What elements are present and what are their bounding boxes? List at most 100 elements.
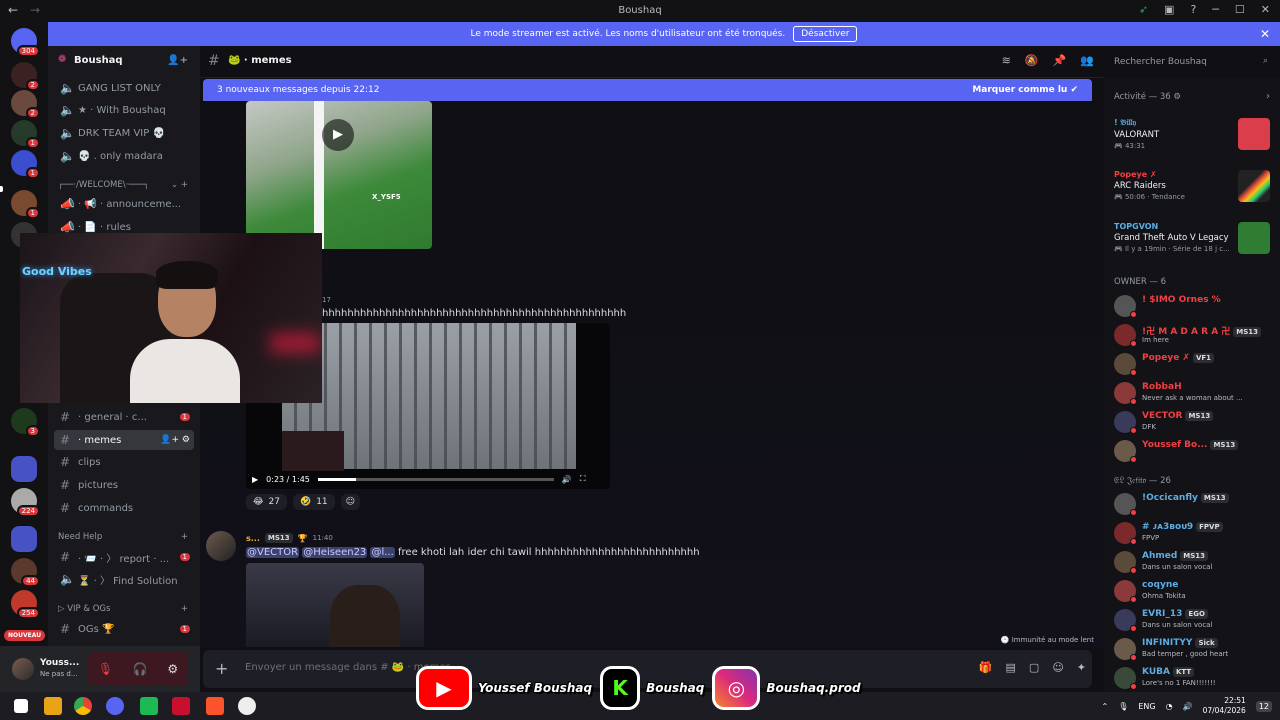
fullscreen-icon[interactable]: ⛶ <box>580 474 586 484</box>
gift-icon[interactable]: 🎁 <box>979 661 993 674</box>
help-icon[interactable]: ? <box>1190 3 1196 16</box>
mention[interactable]: @VECTOR <box>246 547 300 558</box>
wifi-icon[interactable]: ◔ <box>1166 702 1173 711</box>
member-row[interactable]: !卍 M A D A R A 卍 MS13 Im here <box>1112 321 1276 348</box>
obs-icon[interactable] <box>238 697 256 715</box>
pin-icon[interactable]: 📌 <box>1053 54 1067 67</box>
mic-icon[interactable]: 🎙 <box>1118 702 1128 711</box>
channel-ogs[interactable]: # OGs 🏆 1 <box>54 619 194 639</box>
reaction-button[interactable]: 😂 27 <box>246 494 287 510</box>
message-author[interactable]: s... <box>246 534 260 543</box>
member-row[interactable]: VECTOR MS13 DFK <box>1112 408 1276 435</box>
folder-icon[interactable] <box>11 526 37 552</box>
member-row[interactable]: Popeye ✗ VF1 <box>1112 350 1276 377</box>
channel-memes[interactable]: # · memes 👤+ ⚙ <box>54 430 194 450</box>
mark-as-read-button[interactable]: Marquer comme lu ✔ <box>972 85 1078 95</box>
notification-count[interactable]: 12 <box>1255 700 1272 712</box>
chevron-up-icon[interactable]: ⌃ <box>1102 702 1109 711</box>
minimize-icon[interactable]: ─ <box>1212 3 1219 16</box>
file-explorer-icon[interactable] <box>44 697 62 715</box>
folder-icon[interactable] <box>11 456 37 482</box>
channel-find-solution[interactable]: 🔈 ⏳ · 〉 Find Solution <box>54 569 194 589</box>
activity-card[interactable]: ! 𝔅𝔦𝔩𝔩𝔶 VALORANT 🎮 43:31 <box>1114 118 1274 162</box>
apps-icon[interactable]: ✦ <box>1077 661 1086 674</box>
emoji-icon[interactable]: ☺ <box>1052 661 1063 674</box>
close-window-icon[interactable]: ✕ <box>1261 3 1270 16</box>
server-icon[interactable]: 1 <box>11 120 40 149</box>
category-vip[interactable]: ▷ VIP & OGs + <box>58 604 188 614</box>
notifications-icon[interactable]: 🔕 <box>1025 54 1039 67</box>
server-icon[interactable]: 224 <box>11 488 40 517</box>
sticker-icon[interactable]: ▢ <box>1029 661 1039 674</box>
chrome-icon[interactable] <box>74 697 92 715</box>
channel-commands[interactable]: # commands <box>54 498 194 518</box>
channel-announcements[interactable]: 📣 · 📢 · announceme... <box>54 194 194 214</box>
activity-card[interactable]: TOPGVON Grand Theft Auto V Legacy 🎮 Il y… <box>1114 222 1274 266</box>
app-icon[interactable] <box>140 697 158 715</box>
channel-report[interactable]: # · 📨 · 〉 report · ... 1 <box>54 547 194 567</box>
channel-clips[interactable]: # clips <box>54 452 194 472</box>
server-icon[interactable]: 1 <box>11 150 40 179</box>
app-icon[interactable] <box>172 697 190 715</box>
video-attachment[interactable]: ▶ X_YSF5 <box>246 101 432 249</box>
member-row[interactable]: Youssef Bo... MS13 <box>1112 437 1276 464</box>
member-row[interactable]: Ahmed MS13 Dans un salon vocal <box>1112 548 1276 575</box>
image-attachment[interactable] <box>246 563 424 647</box>
mention[interactable]: @l... <box>370 547 395 558</box>
maximize-icon[interactable]: ☐ <box>1235 3 1245 16</box>
new-messages-bar[interactable]: 3 nouveaux messages depuis 22:12 Marquer… <box>203 79 1092 101</box>
member-row[interactable]: # ᴊᴀ3ʙᴏᴜ9 FPVP FPVP <box>1112 519 1276 546</box>
mention[interactable]: @Heiseen23 <box>302 547 368 558</box>
member-row[interactable]: !Occicanfly MS13 <box>1112 490 1276 517</box>
discord-icon[interactable] <box>106 697 124 715</box>
server-icon[interactable]: 2 <box>11 62 40 91</box>
server-icon[interactable]: 44 <box>11 558 40 587</box>
play-icon[interactable]: ▶ <box>322 119 354 151</box>
windows-start-icon[interactable] <box>14 699 28 713</box>
member-row[interactable]: ! $IMO Ornes % <box>1112 292 1276 319</box>
add-channel-icon[interactable]: ⌄ + <box>171 180 188 190</box>
clock[interactable]: 22:51 07/04/2026 <box>1203 696 1246 716</box>
member-row[interactable]: RobbaH Never ask a woman about ... <box>1112 379 1276 406</box>
volume-icon[interactable]: 🔊 <box>562 475 572 484</box>
activity-card[interactable]: Popeye ✗ ARC Raiders 🎮 50:06 · Tendance <box>1114 170 1274 214</box>
server-icon[interactable]: 2 <box>11 90 40 119</box>
headset-muted-icon[interactable]: 🎧 <box>133 662 148 676</box>
channel-general[interactable]: # · general · c... 1 <box>54 407 194 427</box>
settings-icon[interactable]: 👤+ ⚙ <box>160 435 190 445</box>
avatar[interactable] <box>206 531 236 561</box>
add-channel-icon[interactable]: + <box>181 532 188 542</box>
server-name[interactable]: Boushaq <box>74 55 123 66</box>
reaction-button[interactable]: 🤣 11 <box>292 494 335 510</box>
search-input[interactable]: Rechercher Boushaq ⌕ <box>1108 52 1274 72</box>
volume-icon[interactable]: 🔊 <box>1183 702 1193 711</box>
chevron-right-icon[interactable]: › <box>1266 91 1270 102</box>
channel-pictures[interactable]: # pictures <box>54 475 194 495</box>
gif-icon[interactable]: ▤ <box>1006 661 1016 674</box>
server-icon[interactable]: 254 <box>11 590 40 619</box>
inbox-icon[interactable]: ▣ <box>1164 3 1174 16</box>
add-attachment-icon[interactable]: + <box>215 659 228 678</box>
voice-channel[interactable]: 🔈 DRK TEAM VIP 💀 <box>54 123 194 143</box>
voice-channel[interactable]: 🔈 ★ · With Boushaq <box>54 100 194 120</box>
category-need-help[interactable]: Need Help + <box>58 532 188 542</box>
close-icon[interactable]: ✕ <box>1260 27 1270 41</box>
language-indicator[interactable]: ENG <box>1138 702 1155 711</box>
server-icon[interactable]: 1 <box>11 190 40 219</box>
video-progress[interactable] <box>317 477 554 481</box>
gear-icon[interactable]: ⚙ <box>167 662 178 676</box>
members-icon[interactable]: 👥 <box>1080 54 1094 67</box>
threads-icon[interactable]: ≋ <box>1002 54 1011 67</box>
member-row[interactable]: KUBA KTT Lore's no 1 FAN!!!!!!! <box>1112 664 1276 691</box>
member-row[interactable]: EVRI_13 EGO Dans un salon vocal <box>1112 606 1276 633</box>
server-icon[interactable]: 3 <box>11 408 40 437</box>
member-row[interactable]: coqyne Ohma Tokita <box>1112 577 1276 604</box>
voice-channel[interactable]: 🔈 💀 . only madara <box>54 146 194 166</box>
voice-channel[interactable]: 🔈 GANG LIST ONLY <box>54 78 194 98</box>
disable-streamer-button[interactable]: Désactiver <box>793 26 858 42</box>
update-icon[interactable]: ➶ <box>1139 3 1148 16</box>
add-reaction-button[interactable]: ☺ <box>340 494 361 510</box>
add-channel-icon[interactable]: + <box>181 604 188 614</box>
mic-muted-icon[interactable]: 🎙 <box>98 662 113 676</box>
home-button[interactable]: 304 <box>11 28 40 57</box>
